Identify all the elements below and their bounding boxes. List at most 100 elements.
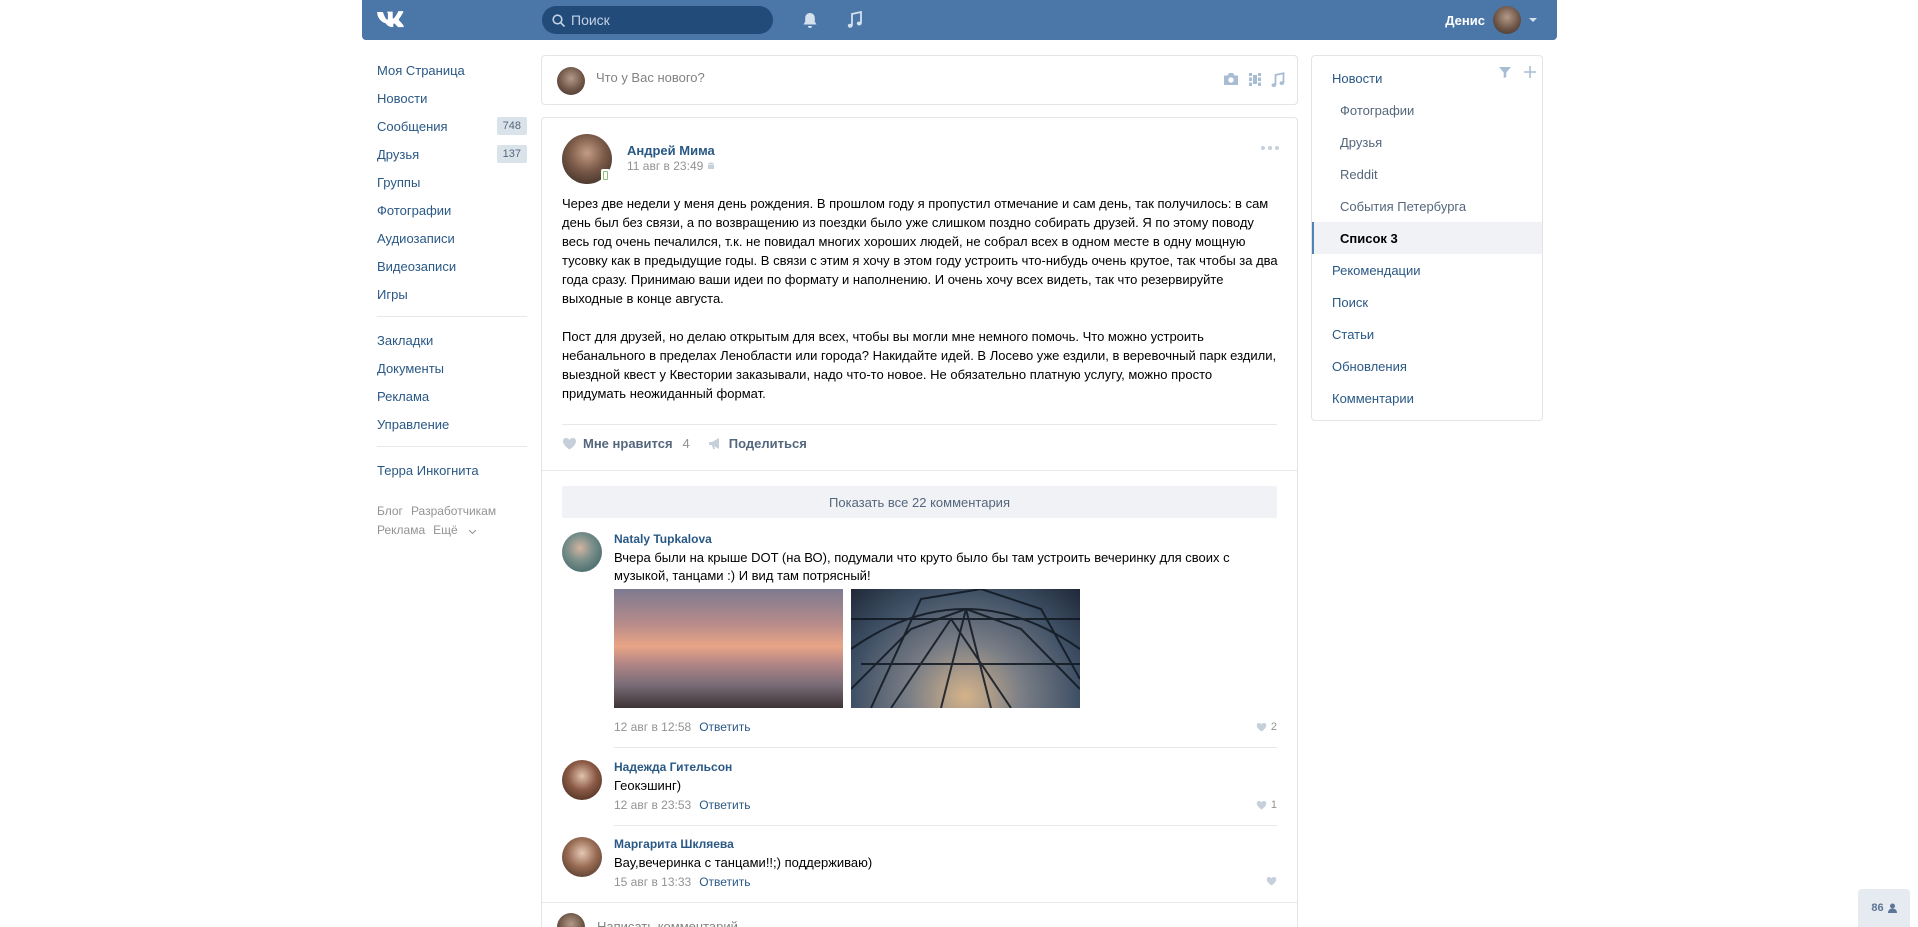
nav-ads[interactable]: Реклама bbox=[362, 382, 527, 410]
video-icon[interactable] bbox=[1248, 72, 1262, 87]
post-actions: Мне нравится 4 Поделиться bbox=[562, 436, 807, 451]
divider bbox=[562, 424, 1277, 425]
music-icon[interactable] bbox=[1271, 72, 1285, 88]
vk-logo-icon bbox=[376, 11, 404, 28]
comment-date[interactable]: 12 авг в 23:53 bbox=[614, 798, 691, 812]
camera-icon[interactable] bbox=[1223, 72, 1239, 86]
footer-more-link[interactable]: Ещё bbox=[433, 523, 477, 537]
comment-date[interactable]: 12 авг в 12:58 bbox=[614, 720, 691, 734]
comment-photo[interactable] bbox=[614, 589, 843, 708]
divider bbox=[377, 446, 527, 447]
comment-like-button[interactable]: 1 bbox=[1256, 799, 1277, 811]
comment-author[interactable]: Маргарита Шкляева bbox=[614, 837, 734, 851]
write-comment-input[interactable] bbox=[597, 919, 997, 927]
post-date[interactable]: 11 авг в 23:49 bbox=[627, 159, 715, 173]
avatar[interactable] bbox=[562, 760, 602, 800]
nav-terra-incognita[interactable]: Терра Инкогнита bbox=[362, 456, 527, 484]
nav-my-page[interactable]: Моя Страница bbox=[362, 56, 527, 84]
heart-icon bbox=[563, 438, 576, 450]
left-sidebar: Моя Страница Новости Сообщения 748 Друзья… bbox=[362, 56, 527, 540]
avatar[interactable] bbox=[562, 532, 602, 572]
comment-like-button[interactable]: 2 bbox=[1256, 721, 1277, 733]
reply-link[interactable]: Ответить bbox=[699, 798, 750, 812]
search-input[interactable] bbox=[571, 12, 761, 28]
comment-text: Вау,вечеринка с танцами!!;) поддерживаю) bbox=[614, 855, 873, 870]
nav-bookmarks[interactable]: Закладки bbox=[362, 326, 527, 354]
footer-links: Блог Разработчикам Реклама Ещё bbox=[362, 502, 527, 540]
filter-photos[interactable]: Фотографии bbox=[1312, 94, 1542, 126]
divider bbox=[542, 902, 1297, 903]
new-post-input[interactable] bbox=[596, 70, 1096, 85]
avatar[interactable] bbox=[562, 837, 602, 877]
footer-blog-link[interactable]: Блог bbox=[377, 504, 403, 518]
friends-count-badge: 137 bbox=[496, 145, 527, 163]
nav-games[interactable]: Игры bbox=[362, 280, 527, 308]
show-all-comments-button[interactable]: Показать все 22 комментария bbox=[562, 486, 1277, 518]
footer-ads-link[interactable]: Реклама bbox=[377, 523, 425, 537]
nav-video[interactable]: Видеозаписи bbox=[362, 252, 527, 280]
filter-search[interactable]: Поиск bbox=[1312, 286, 1542, 318]
news-filter-panel: Новости Фотографии Друзья Reddit События… bbox=[1311, 55, 1543, 421]
plus-icon[interactable] bbox=[1524, 66, 1536, 78]
comment-date[interactable]: 15 авг в 13:33 bbox=[614, 875, 691, 889]
comment-item: Надежда Гительсон Геокэшинг) 12 авг в 23… bbox=[562, 760, 1277, 820]
comment-meta: 12 авг в 23:53 Ответить bbox=[614, 798, 750, 812]
filter-reddit[interactable]: Reddit bbox=[1312, 158, 1542, 190]
reply-link[interactable]: Ответить bbox=[699, 720, 750, 734]
footer-dev-link[interactable]: Разработчикам bbox=[411, 504, 496, 518]
filter-articles[interactable]: Статьи bbox=[1312, 318, 1542, 350]
filter-spb-events[interactable]: События Петербурга bbox=[1312, 190, 1542, 222]
bell-icon[interactable] bbox=[800, 10, 820, 30]
filter-icon[interactable] bbox=[1499, 66, 1511, 78]
comment-item: Nataly Tupkalova Вчера были на крыше DOT… bbox=[562, 532, 1277, 734]
search-box[interactable] bbox=[542, 6, 773, 34]
chevron-down-icon bbox=[1529, 17, 1537, 22]
mobile-online-icon bbox=[601, 169, 610, 182]
comment-author[interactable]: Nataly Tupkalova bbox=[614, 532, 712, 546]
post-composer bbox=[541, 55, 1298, 105]
post-author-name[interactable]: Андрей Мима bbox=[627, 143, 715, 158]
composer-tools bbox=[1223, 72, 1285, 88]
nav-documents[interactable]: Документы bbox=[362, 354, 527, 382]
chevron-down-icon bbox=[468, 529, 477, 535]
like-button[interactable]: Мне нравится 4 bbox=[562, 436, 690, 451]
comment-photo[interactable] bbox=[851, 589, 1080, 708]
search-icon bbox=[552, 13, 565, 27]
nav-manage[interactable]: Управление bbox=[362, 410, 527, 438]
heart-icon bbox=[1256, 722, 1267, 732]
android-icon bbox=[708, 162, 715, 169]
comment-author[interactable]: Надежда Гительсон bbox=[614, 760, 732, 774]
post-more-icon[interactable] bbox=[1261, 146, 1279, 150]
share-button[interactable]: Поделиться bbox=[708, 436, 807, 451]
user-menu[interactable]: Денис bbox=[1445, 6, 1537, 34]
filter-comments[interactable]: Комментарии bbox=[1312, 382, 1542, 414]
avatar bbox=[557, 913, 585, 927]
nav-friends[interactable]: Друзья 137 bbox=[362, 140, 527, 168]
nav-audio[interactable]: Аудиозаписи bbox=[362, 224, 527, 252]
music-icon[interactable] bbox=[845, 10, 865, 30]
nav-messages[interactable]: Сообщения 748 bbox=[362, 112, 527, 140]
comment-text: Геокэшинг) bbox=[614, 778, 682, 793]
nav-groups[interactable]: Группы bbox=[362, 168, 527, 196]
dome-photo-graphic bbox=[851, 589, 1080, 708]
filter-tools bbox=[1499, 66, 1536, 78]
filter-updates[interactable]: Обновления bbox=[1312, 350, 1542, 382]
filter-list-3[interactable]: Список 3 bbox=[1312, 222, 1542, 254]
avatar bbox=[1493, 6, 1521, 34]
comment-like-button[interactable] bbox=[1266, 876, 1277, 886]
avatar bbox=[557, 67, 585, 95]
top-header: Денис bbox=[362, 0, 1557, 40]
filter-friends[interactable]: Друзья bbox=[1312, 126, 1542, 158]
reply-link[interactable]: Ответить bbox=[699, 875, 750, 889]
heart-icon bbox=[1266, 876, 1277, 886]
online-count: 86 bbox=[1871, 902, 1884, 914]
comment-meta: 15 авг в 13:33 Ответить bbox=[614, 875, 750, 889]
online-friends-widget[interactable]: 86 bbox=[1858, 889, 1910, 927]
filter-recommendations[interactable]: Рекомендации bbox=[1312, 254, 1542, 286]
post-card: Андрей Мима 11 авг в 23:49 Через две нед… bbox=[541, 117, 1298, 927]
comment-meta: 12 авг в 12:58 Ответить bbox=[614, 720, 750, 734]
vk-logo[interactable] bbox=[376, 8, 412, 32]
divider bbox=[614, 747, 1277, 748]
nav-news[interactable]: Новости bbox=[362, 84, 527, 112]
nav-photos[interactable]: Фотографии bbox=[362, 196, 527, 224]
